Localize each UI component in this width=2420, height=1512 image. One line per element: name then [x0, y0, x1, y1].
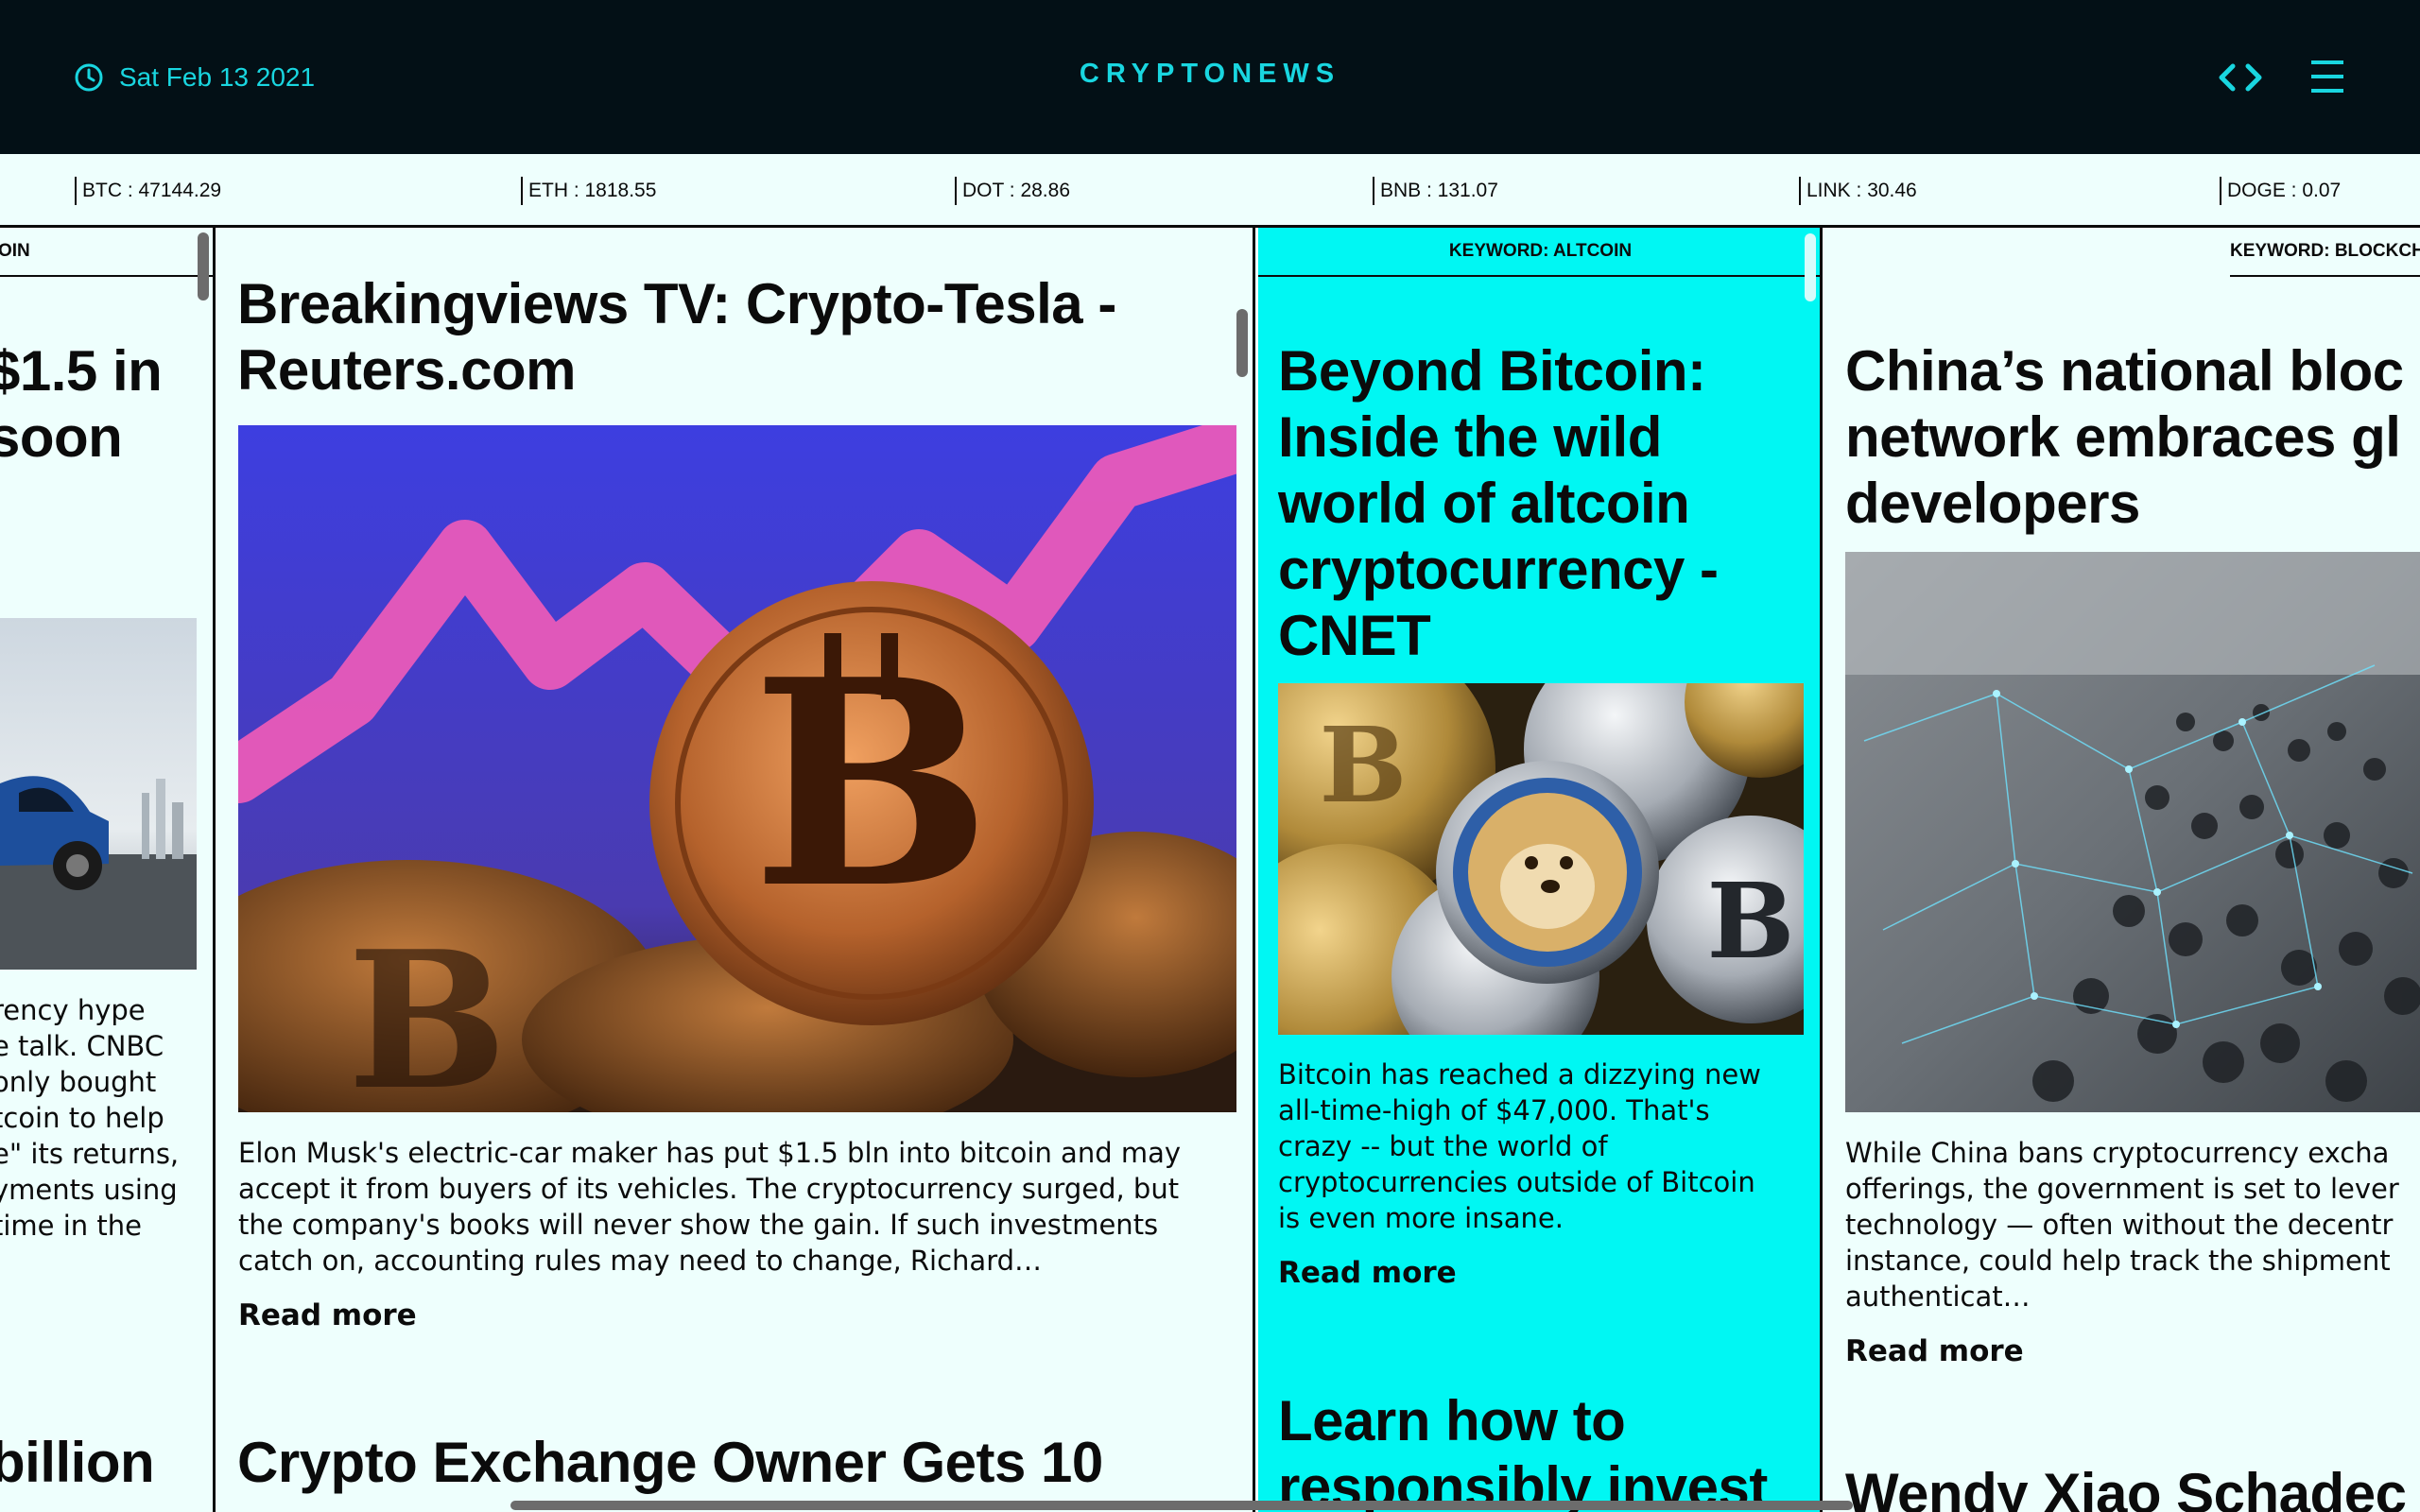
article-title-line[interactable]: developers: [1845, 471, 2140, 537]
article-summary-line: technology — often without the decentr: [1845, 1209, 2394, 1241]
article-title-line[interactable]: China’s national bloc: [1845, 338, 2404, 404]
article-title-line[interactable]: Beyond Bitcoin:: [1278, 338, 1706, 404]
article-image-crowd-network[interactable]: [1845, 552, 2420, 1112]
article-summary-line: rency hype: [0, 994, 146, 1026]
article-summary-line: is even more insane.: [1278, 1202, 1564, 1234]
news-column-1[interactable]: OIN $1.5 in soon rency hype e talk. CNBC…: [0, 228, 216, 1512]
article-summary-line: the company's books will never show the …: [238, 1209, 1159, 1241]
read-more-link[interactable]: Read more: [1845, 1334, 2024, 1368]
ticker-item-btc: BTC : 47144.29: [75, 177, 221, 205]
article-summary-line: tcoin to help: [0, 1102, 164, 1134]
svg-text:B: B: [347, 910, 507, 1112]
article-title-line[interactable]: Learn how to: [1278, 1388, 1626, 1454]
article-summary-line: crazy -- but the world of: [1278, 1130, 1608, 1162]
column-scrollbar[interactable]: [198, 232, 209, 301]
news-column-3[interactable]: KEYWORD: ALTCOIN Beyond Bitcoin: Inside …: [1258, 228, 1823, 1512]
svg-text:B: B: [1320, 704, 1408, 826]
top-bar: Sat Feb 13 2021 CRYPTONEWS: [0, 0, 2420, 154]
article-summary-line: instance, could help track the shipment: [1845, 1245, 2391, 1277]
news-column-2[interactable]: Breakingviews TV: Crypto-Tesla - Reuters…: [218, 228, 1255, 1512]
read-more-link[interactable]: Read more: [1278, 1256, 1457, 1290]
article-title[interactable]: Crypto Exchange Owner Gets 10: [237, 1430, 1103, 1496]
article-summary-line: cryptocurrencies outside of Bitcoin: [1278, 1166, 1755, 1198]
news-column-4[interactable]: KEYWORD: BLOCKCH China’s national bloc n…: [1825, 228, 2420, 1512]
article-image-bitcoin-chart[interactable]: B B: [238, 425, 1236, 1112]
code-icon[interactable]: [2218, 59, 2263, 96]
column-keyword: KEYWORD: BLOCKCH: [2230, 228, 2420, 277]
column-scrollbar[interactable]: [1236, 309, 1248, 377]
article-summary-line: While China bans cryptocurrency excha: [1845, 1137, 2390, 1169]
article-summary-line: e talk. CNBC: [0, 1030, 164, 1062]
article-summary-line: offerings, the government is set to leve…: [1845, 1173, 2399, 1205]
ticker-item-doge: DOGE : 0.07: [2220, 177, 2341, 205]
hamburger-menu-icon[interactable]: [2308, 55, 2351, 98]
article-title-line[interactable]: CNET: [1278, 603, 1431, 669]
ticker-item-eth: ETH : 1818.55: [521, 177, 656, 205]
column-keyword: OIN: [0, 228, 213, 277]
price-ticker: BTC : 47144.29 ETH : 1818.55 DOT : 28.86…: [0, 154, 2420, 228]
article-summary-line: accept it from buyers of its vehicles. T…: [238, 1173, 1180, 1205]
ticker-item-link: LINK : 30.46: [1799, 177, 1917, 205]
column-keyword: KEYWORD: ALTCOIN: [1258, 228, 1820, 277]
ticker-item-bnb: BNB : 131.07: [1373, 177, 1498, 205]
article-title-line[interactable]: network embraces gl: [1845, 404, 2401, 471]
article-title-line[interactable]: Reuters.com: [237, 337, 576, 404]
article-title[interactable]: Wendy Xiao Schadec: [1845, 1461, 2407, 1512]
article-summary-line: yments using: [0, 1174, 178, 1206]
read-more-link[interactable]: Read more: [238, 1298, 417, 1332]
article-summary-line: catch on, accounting rules may need to c…: [238, 1245, 1043, 1277]
column-scrollbar[interactable]: [1805, 233, 1816, 301]
article-title-line[interactable]: soon: [0, 404, 123, 471]
article-title-line[interactable]: world of altcoin: [1278, 471, 1690, 537]
article-image-dogecoin[interactable]: B B: [1278, 683, 1804, 1035]
svg-text:B: B: [752, 617, 992, 951]
article-summary-line: all-time-high of $47,000. That's: [1278, 1094, 1710, 1126]
article-title-line[interactable]: $1.5 in: [0, 338, 163, 404]
article-summary-line: time in the: [0, 1210, 142, 1242]
article-summary-line: authenticat…: [1845, 1280, 2031, 1313]
article-title-line[interactable]: cryptocurrency -: [1278, 537, 1719, 603]
ticker-item-dot: DOT : 28.86: [955, 177, 1070, 205]
article-image-tesla-car[interactable]: [0, 618, 197, 970]
article-summary-line: only bought: [0, 1066, 157, 1098]
site-brand[interactable]: CRYPTONEWS: [0, 59, 2420, 90]
article-title[interactable]: billion: [0, 1430, 155, 1496]
svg-text:B: B: [1707, 860, 1795, 982]
article-title-line[interactable]: Breakingviews TV: Crypto-Tesla -: [237, 271, 1116, 337]
article-summary-line: e" its returns,: [0, 1138, 180, 1170]
article-summary-line: Elon Musk's electric-car maker has put $…: [238, 1137, 1182, 1169]
horizontal-scrollbar[interactable]: [510, 1501, 1853, 1510]
article-title-line[interactable]: Inside the wild: [1278, 404, 1662, 471]
article-summary-line: Bitcoin has reached a dizzying new: [1278, 1058, 1761, 1091]
